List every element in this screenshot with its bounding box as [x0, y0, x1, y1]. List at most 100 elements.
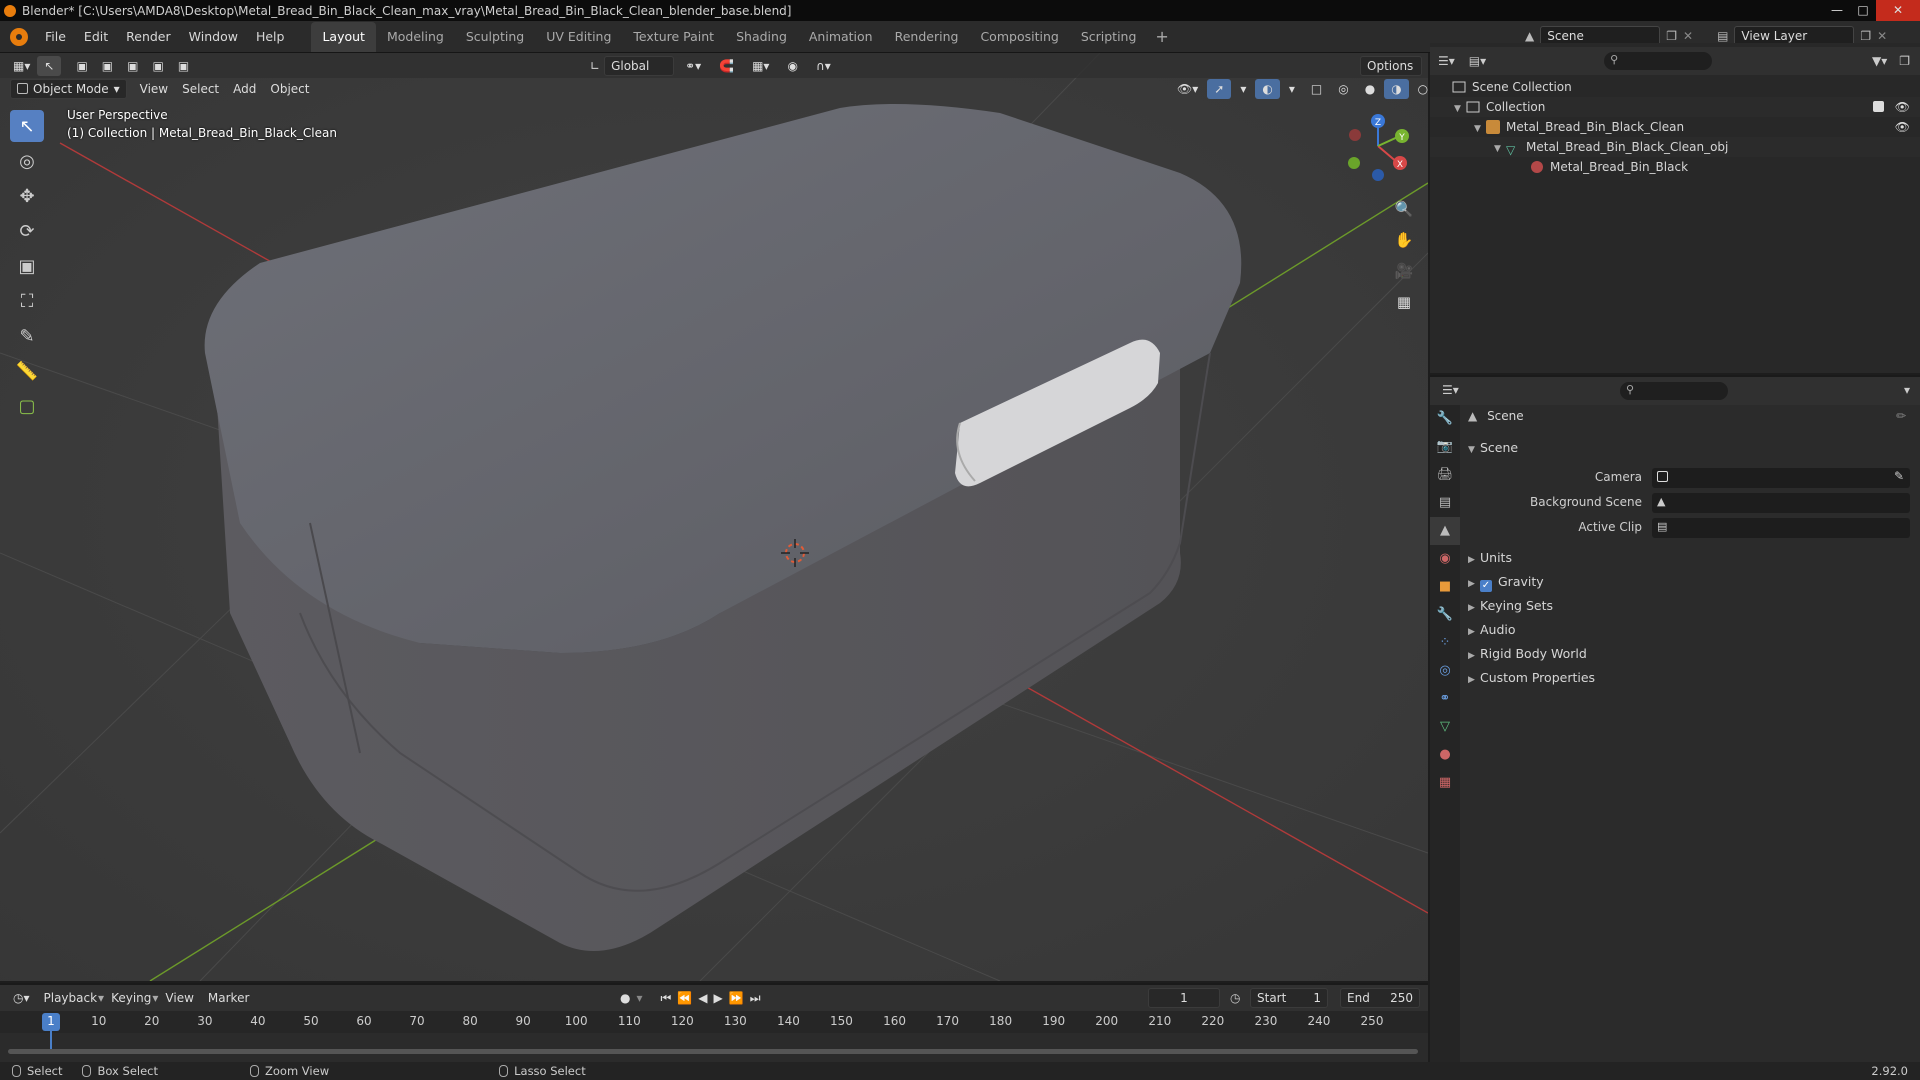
properties-editor-type-icon[interactable]: ☰▾	[1442, 383, 1459, 397]
menu-object[interactable]: Object	[263, 79, 316, 99]
texture-tab-icon[interactable]: ▦	[1430, 769, 1460, 797]
active-clip-field[interactable]: ▤	[1652, 518, 1910, 538]
audio-panel-header[interactable]: ▶ Audio	[1468, 622, 1516, 637]
orientation-icon[interactable]: ∟	[590, 59, 600, 73]
mesh-data-tab-icon[interactable]: ▽	[1430, 713, 1460, 741]
background-scene-field[interactable]: ▲	[1652, 493, 1910, 513]
select-mode-intersect-icon[interactable]: ▣	[171, 56, 196, 76]
new-collection-icon[interactable]: ❐	[1899, 54, 1910, 68]
select-mode-extend-icon[interactable]: ▣	[95, 56, 120, 76]
pan-hand-icon[interactable]: ✋	[1390, 226, 1418, 254]
record-icon[interactable]: ●	[620, 991, 630, 1005]
shading-wireframe-icon[interactable]: ◎	[1331, 79, 1355, 99]
end-frame-field[interactable]: End 250	[1340, 988, 1420, 1008]
menu-file[interactable]: File	[36, 22, 75, 52]
view-layer-tab-icon[interactable]: ▤	[1430, 489, 1460, 517]
scene-tab-icon[interactable]: ▲	[1430, 517, 1460, 545]
tool-tab-icon[interactable]: 🔧	[1430, 405, 1460, 433]
eye-icon[interactable]: 👁	[1895, 117, 1910, 137]
outliner-row-scene-collection[interactable]: Scene Collection	[1430, 77, 1920, 97]
select-box-tool-icon[interactable]: ↖	[10, 110, 44, 142]
measure-tool-icon[interactable]: 📏	[10, 355, 44, 387]
output-tab-icon[interactable]: 🖨	[1430, 461, 1460, 489]
physics-tab-icon[interactable]: ◎	[1430, 657, 1460, 685]
keying-sets-panel-header[interactable]: ▶ Keying Sets	[1468, 598, 1553, 613]
outliner-row-object[interactable]: ▼ Metal_Bread_Bin_Black_Clean 👁	[1430, 117, 1920, 137]
outliner-search-input[interactable]: ⚲	[1604, 52, 1713, 70]
view-layer-icon[interactable]: ▤	[1717, 29, 1728, 43]
shading-material-icon[interactable]: ◑	[1384, 78, 1409, 99]
select-mode-subtract-icon[interactable]: ▣	[120, 56, 145, 76]
cursor-tool-icon[interactable]: ◎	[10, 145, 44, 177]
properties-search-input[interactable]: ⚲	[1620, 382, 1728, 400]
snap-icon[interactable]: 🧲	[712, 56, 741, 76]
world-tab-icon[interactable]: ◉	[1430, 545, 1460, 573]
tab-shading[interactable]: Shading	[725, 22, 798, 52]
timeline-scrollbar[interactable]	[8, 1049, 1418, 1054]
select-mode-new-icon[interactable]: ▣	[69, 56, 94, 76]
prev-keyframe-icon[interactable]: ⏪	[677, 991, 692, 1005]
xray-toggle-icon[interactable]: □	[1304, 79, 1329, 99]
overlays-toggle-icon[interactable]: ◐	[1255, 78, 1280, 99]
new-view-layer-icon[interactable]: ❐	[1860, 29, 1871, 43]
zoom-icon[interactable]: 🔍	[1390, 195, 1418, 223]
menu-window[interactable]: Window	[180, 22, 247, 52]
outliner-row-material[interactable]: Metal_Bread_Bin_Black	[1430, 157, 1920, 177]
modifier-tab-icon[interactable]: 🔧	[1430, 601, 1460, 629]
gravity-checkbox[interactable]: ✓	[1480, 580, 1492, 592]
transform-orientation-dropdown[interactable]: Global	[604, 55, 675, 76]
jump-end-icon[interactable]: ⏭	[750, 991, 761, 1006]
pivot-point-icon[interactable]: ⚭▾	[678, 56, 708, 76]
outliner-editor-type-icon[interactable]: ☰▾	[1438, 54, 1455, 68]
menu-view[interactable]: View	[133, 79, 175, 99]
select-tool-icon[interactable]: ↖	[37, 55, 62, 76]
timeline-editor-type-icon[interactable]: ◷▾	[6, 988, 37, 1008]
pin-icon[interactable]: ✏	[1896, 409, 1906, 423]
visibility-icon[interactable]: 👁▾	[1170, 79, 1205, 99]
camera-view-icon[interactable]: 🎥	[1390, 257, 1418, 285]
add-workspace-icon[interactable]: +	[1147, 27, 1176, 46]
constraints-tab-icon[interactable]: ⚭	[1430, 685, 1460, 713]
gizmo-toggle-icon[interactable]: ➚	[1207, 78, 1232, 99]
menu-keying[interactable]: Keying	[104, 988, 158, 1008]
menu-view[interactable]: View	[158, 988, 200, 1008]
scale-tool-icon[interactable]: ▣	[10, 250, 44, 282]
play-icon[interactable]: ▶	[714, 991, 723, 1005]
tab-modeling[interactable]: Modeling	[376, 22, 455, 52]
object-tab-icon[interactable]: ■	[1430, 573, 1460, 601]
transform-tool-icon[interactable]: ⛶	[10, 285, 44, 317]
tab-sculpting[interactable]: Sculpting	[455, 22, 535, 52]
tab-uv-editing[interactable]: UV Editing	[535, 22, 622, 52]
menu-help[interactable]: Help	[247, 22, 294, 52]
tab-rendering[interactable]: Rendering	[884, 22, 970, 52]
snap-target-icon[interactable]: ▦▾	[745, 56, 776, 76]
3d-viewport[interactable]: Z X Y	[0, 53, 1428, 981]
editor-type-icon[interactable]: ▦▾	[6, 56, 37, 76]
display-mode-icon[interactable]: ▤▾	[1469, 54, 1486, 68]
jump-start-icon[interactable]: ⏮	[661, 991, 672, 1006]
remove-scene-icon[interactable]: ✕	[1683, 29, 1693, 43]
menu-select[interactable]: Select	[175, 79, 226, 99]
start-frame-field[interactable]: Start 1	[1250, 988, 1328, 1008]
particles-tab-icon[interactable]: ⁘	[1430, 629, 1460, 657]
blender-menu-icon[interactable]	[10, 27, 28, 46]
eye-icon[interactable]: 👁	[1895, 97, 1910, 117]
tab-layout[interactable]: Layout	[311, 21, 376, 52]
custom-properties-panel-header[interactable]: ▶ Custom Properties	[1468, 670, 1595, 685]
scene-icon[interactable]: ▲	[1525, 29, 1534, 43]
gravity-panel-header[interactable]: ▶ ✓ Gravity	[1468, 574, 1544, 592]
exclude-checkbox-icon[interactable]	[1873, 101, 1884, 112]
rotate-tool-icon[interactable]: ⟳	[10, 215, 44, 247]
tab-scripting[interactable]: Scripting	[1070, 22, 1148, 52]
tab-compositing[interactable]: Compositing	[969, 22, 1069, 52]
shading-solid-icon[interactable]: ●	[1358, 79, 1382, 99]
outliner-row-mesh[interactable]: ▼ ▽ Metal_Bread_Bin_Black_Clean_obj	[1430, 137, 1920, 157]
annotate-tool-icon[interactable]: ✎	[10, 320, 44, 352]
remove-view-layer-icon[interactable]: ✕	[1877, 29, 1887, 43]
options-dropdown[interactable]: Options	[1360, 55, 1422, 76]
new-scene-icon[interactable]: ❐	[1666, 29, 1677, 43]
mode-dropdown[interactable]: Object Mode ▾	[10, 78, 127, 99]
filter-icon[interactable]: ▼▾	[1872, 54, 1887, 68]
tab-texture-paint[interactable]: Texture Paint	[622, 22, 725, 52]
camera-field[interactable]: ✎	[1652, 468, 1910, 488]
